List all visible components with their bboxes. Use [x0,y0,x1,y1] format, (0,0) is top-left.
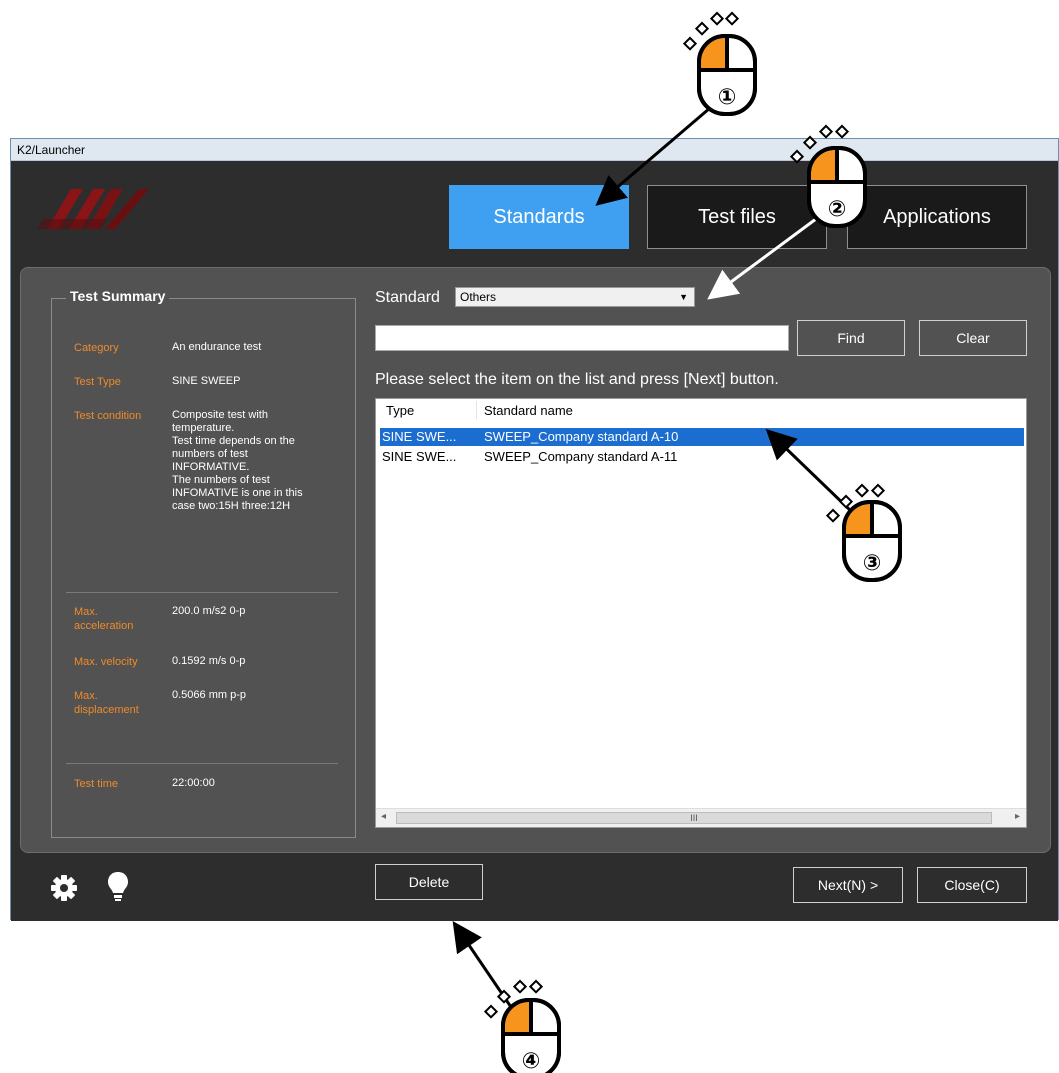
mouse-icon: ② [807,146,867,228]
mouse-icon: ④ [501,998,561,1073]
arrow-2 [707,214,821,300]
annotation-number: ④ [522,1049,541,1073]
mouse-icon: ③ [842,500,902,582]
annotation-number: ① [718,85,737,110]
annotation-number: ③ [863,551,882,576]
mouse-icon: ① [697,34,757,116]
arrow-1 [595,106,711,206]
annotation-number: ② [828,197,847,222]
annotation-overlay: ① ② ③ ④ [452,11,902,1073]
arrow-3 [765,428,854,514]
